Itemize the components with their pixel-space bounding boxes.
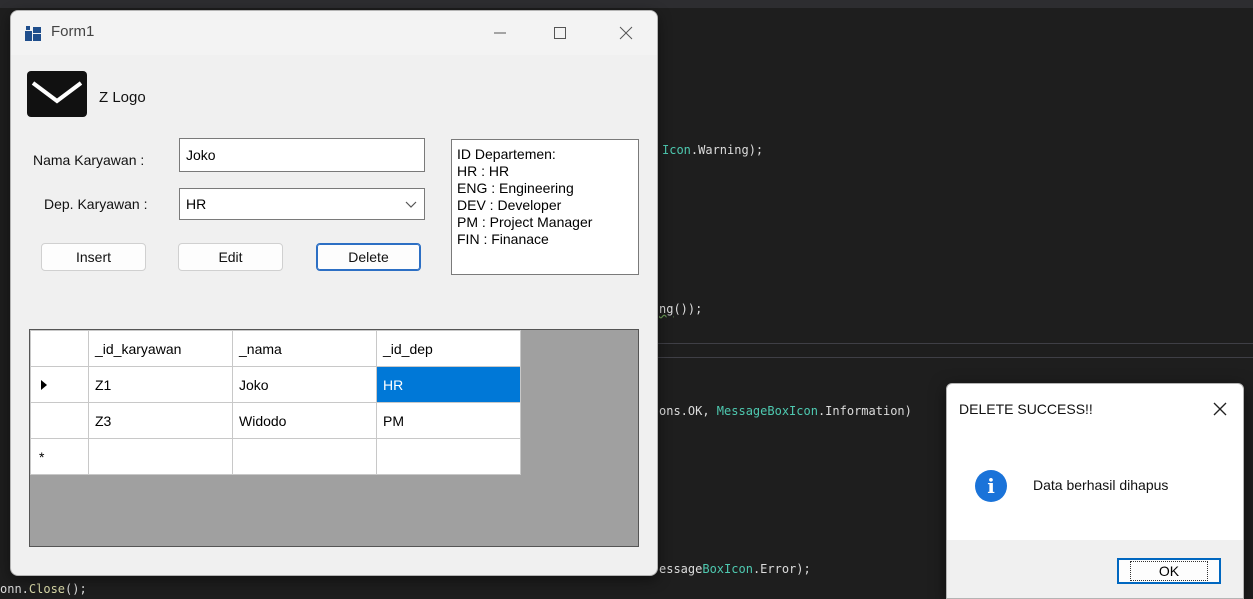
dep-selected-value: HR — [186, 196, 207, 212]
dialog-footer: OK — [947, 540, 1243, 598]
grid-cell[interactable]: Z3 — [88, 402, 233, 439]
ok-button[interactable]: OK — [1117, 558, 1221, 584]
maximize-icon — [554, 27, 566, 39]
edit-button[interactable]: Edit — [178, 243, 283, 271]
grid-cell-selected[interactable]: HR — [376, 366, 521, 403]
ok-button-label: OK — [1129, 561, 1209, 581]
info-line: ID Departemen: — [457, 146, 556, 162]
department-info-box: ID Departemen: HR : HR ENG : Engineering… — [451, 139, 639, 275]
grid-cell[interactable]: Z1 — [88, 366, 233, 403]
delete-success-dialog: DELETE SUCCESS!! i Data berhasil dihapus… — [946, 383, 1244, 599]
row-header-cell[interactable] — [30, 402, 89, 439]
grid-cell[interactable]: Joko — [232, 366, 377, 403]
maximize-button[interactable] — [537, 11, 583, 55]
grid-cell[interactable]: Widodo — [232, 402, 377, 439]
current-row-arrow-icon — [41, 379, 47, 390]
window-titlebar[interactable]: Form1 — [11, 11, 657, 55]
form1-window: Form1 Z Logo Nama Karyawan : Dep. Karyaw… — [10, 10, 658, 576]
corner-header-cell[interactable] — [30, 330, 89, 367]
envelope-icon — [27, 71, 87, 117]
new-row-marker: * — [39, 448, 45, 465]
logo-label: Z Logo — [99, 89, 146, 106]
app-icon — [25, 25, 41, 41]
new-row[interactable]: * — [30, 438, 521, 475]
employee-datagrid[interactable]: _id_karyawan _nama _id_dep Z1 Joko HR Z3… — [29, 329, 639, 547]
dep-label: Dep. Karyawan : — [44, 196, 148, 212]
row-header-cell[interactable]: * — [30, 438, 89, 475]
grid-cell[interactable] — [232, 438, 377, 475]
table-row[interactable]: Z3 Widodo PM — [30, 402, 521, 439]
dep-combobox[interactable]: HR — [179, 188, 425, 220]
info-line: DEV : Developer — [457, 197, 562, 213]
editor-top-bar — [0, 0, 1253, 8]
code-line: essageBoxIcon.Error); — [659, 562, 811, 576]
close-button[interactable] — [603, 11, 649, 55]
dialog-close-button[interactable] — [1209, 398, 1231, 420]
info-line: ENG : Engineering — [457, 180, 574, 196]
dialog-title: DELETE SUCCESS!! — [959, 401, 1093, 417]
dialog-message: Data berhasil dihapus — [1033, 477, 1169, 493]
info-line: HR : HR — [457, 163, 510, 179]
code-line: onn.Close(); — [0, 582, 87, 596]
minimize-icon — [494, 32, 506, 34]
name-label: Nama Karyawan : — [33, 152, 145, 168]
close-icon — [1213, 402, 1227, 416]
grid-cell[interactable]: PM — [376, 402, 521, 439]
close-icon — [619, 26, 633, 40]
table-row[interactable]: Z1 Joko HR — [30, 366, 521, 403]
header-row: _id_karyawan _nama _id_dep — [30, 330, 521, 367]
grid-cell[interactable] — [88, 438, 233, 475]
chevron-down-icon — [405, 201, 417, 208]
column-header-id-dep[interactable]: _id_dep — [376, 330, 521, 367]
insert-button[interactable]: Insert — [41, 243, 146, 271]
row-header-cell[interactable] — [30, 366, 89, 403]
info-icon: i — [975, 470, 1007, 502]
info-line: FIN : Finanace — [457, 231, 549, 247]
name-input[interactable] — [179, 138, 425, 172]
editor-divider — [640, 357, 1253, 358]
grid-cell[interactable] — [376, 438, 521, 475]
code-line: Icon.Warning); — [662, 143, 764, 157]
column-header-nama[interactable]: _nama — [232, 330, 377, 367]
minimize-button[interactable] — [477, 11, 523, 55]
code-line: ng()); — [659, 302, 703, 316]
delete-button[interactable]: Delete — [316, 243, 421, 271]
info-line: PM : Project Manager — [457, 214, 593, 230]
code-line: ons.OK, MessageBoxIcon.Information) — [659, 404, 912, 418]
datagrid-table: _id_karyawan _nama _id_dep Z1 Joko HR Z3… — [30, 330, 521, 475]
column-header-id-karyawan[interactable]: _id_karyawan — [88, 330, 233, 367]
window-title: Form1 — [51, 23, 95, 40]
editor-divider — [640, 343, 1253, 344]
